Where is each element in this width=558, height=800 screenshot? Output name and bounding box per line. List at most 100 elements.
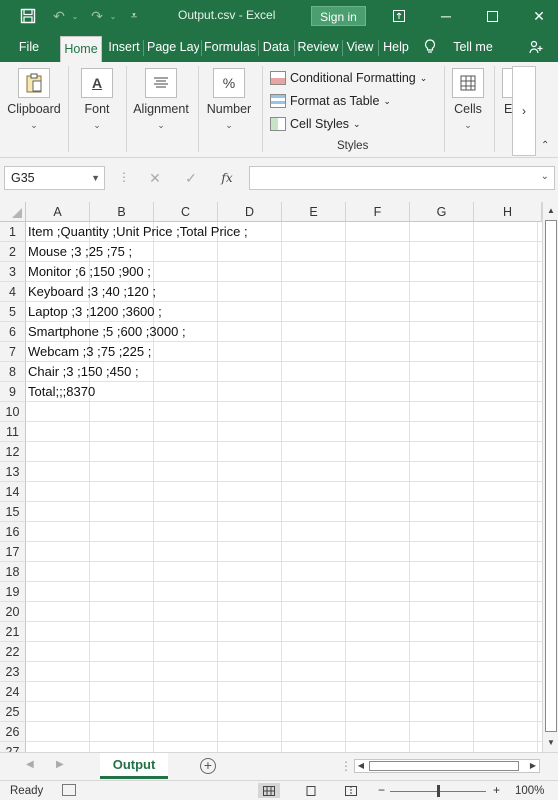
row-header[interactable]: 9	[0, 382, 26, 402]
format-as-table-button[interactable]: Format as Table ⌄	[270, 91, 391, 111]
row-header[interactable]: 1	[0, 222, 26, 242]
cancel-icon[interactable]: ✕	[140, 166, 170, 190]
insert-function-icon[interactable]: fx	[212, 166, 242, 190]
redo-icon[interactable]: ↷	[86, 0, 108, 32]
vertical-scroll-thumb[interactable]	[545, 220, 557, 732]
minimize-icon[interactable]: ─	[431, 0, 461, 32]
row-header[interactable]: 19	[0, 582, 26, 602]
column-header-a[interactable]: A	[26, 202, 90, 222]
formula-input[interactable]: ⌄	[249, 166, 555, 190]
tab-split-handle[interactable]: ⋮	[340, 759, 352, 773]
enter-icon[interactable]: ✓	[176, 166, 206, 190]
worksheet-grid[interactable]: A B C D E F G H 1 2 3 4 5 6 7 8 9 10 11 …	[0, 202, 542, 752]
scroll-down-icon[interactable]: ▼	[545, 736, 557, 750]
zoom-out-icon[interactable]: −	[378, 783, 385, 797]
collapse-ribbon-icon[interactable]: ⌃	[541, 140, 549, 151]
undo-icon[interactable]: ↶	[48, 0, 70, 32]
vertical-scrollbar[interactable]: ▲ ▼	[542, 202, 558, 752]
tab-formulas[interactable]: Formulas	[204, 32, 256, 62]
ribbon-display-options-icon[interactable]	[384, 0, 414, 32]
row-header[interactable]: 23	[0, 662, 26, 682]
row-header[interactable]: 20	[0, 602, 26, 622]
row-header[interactable]: 6	[0, 322, 26, 342]
row-header[interactable]: 14	[0, 482, 26, 502]
row-header[interactable]: 7	[0, 342, 26, 362]
previous-sheet-icon[interactable]: ◀	[26, 759, 34, 770]
scroll-left-icon[interactable]: ◀	[355, 760, 367, 772]
tab-data[interactable]: Data	[260, 32, 292, 62]
row-header[interactable]: 16	[0, 522, 26, 542]
row-header[interactable]: 13	[0, 462, 26, 482]
share-icon[interactable]	[524, 32, 548, 62]
tab-review[interactable]: Review	[296, 32, 340, 62]
next-sheet-icon[interactable]: ▶	[56, 759, 64, 770]
tab-home[interactable]: Home	[60, 36, 102, 62]
row-header[interactable]: 27	[0, 742, 26, 752]
lightbulb-icon[interactable]	[422, 32, 438, 62]
normal-view-icon[interactable]	[258, 783, 280, 798]
save-icon[interactable]	[16, 0, 40, 32]
tab-view[interactable]: View	[344, 32, 376, 62]
row-header[interactable]: 8	[0, 362, 26, 382]
number-group[interactable]: % Number ⌄	[200, 62, 258, 158]
customize-qat-icon[interactable]: ⩡	[126, 0, 142, 32]
row-header[interactable]: 12	[0, 442, 26, 462]
column-header-d[interactable]: D	[218, 202, 282, 222]
horizontal-scroll-thumb[interactable]	[369, 761, 519, 771]
sheet-tab-output[interactable]: Output	[100, 753, 168, 779]
zoom-slider-thumb[interactable]	[437, 785, 440, 797]
tab-help[interactable]: Help	[380, 32, 412, 62]
row-header[interactable]: 15	[0, 502, 26, 522]
row-header[interactable]: 5	[0, 302, 26, 322]
cell-a2[interactable]: Mouse ;3 ;25 ;75 ;	[28, 242, 132, 262]
cell-a4[interactable]: Keyboard ;3 ;40 ;120 ;	[28, 282, 156, 302]
cell-a8[interactable]: Chair ;3 ;150 ;450 ;	[28, 362, 139, 382]
row-header[interactable]: 3	[0, 262, 26, 282]
column-header-b[interactable]: B	[90, 202, 154, 222]
column-header-e[interactable]: E	[282, 202, 346, 222]
formula-bar-resize-handle[interactable]: ⋮	[118, 170, 130, 184]
column-header-h[interactable]: H	[474, 202, 542, 222]
close-icon[interactable]: ✕	[524, 0, 554, 32]
cell-a7[interactable]: Webcam ;3 ;75 ;225 ;	[28, 342, 151, 362]
cell-styles-button[interactable]: Cell Styles ⌄	[270, 114, 361, 134]
tab-page-layout[interactable]: Page Layout	[147, 32, 199, 62]
row-header[interactable]: 2	[0, 242, 26, 262]
cell-a9[interactable]: Total;;;8370	[28, 382, 95, 402]
column-header-c[interactable]: C	[154, 202, 218, 222]
row-header[interactable]: 26	[0, 722, 26, 742]
chevron-down-icon[interactable]: ▼	[91, 167, 100, 189]
horizontal-scrollbar[interactable]: ◀ ▶	[354, 759, 540, 773]
select-all-button[interactable]	[0, 202, 26, 222]
scroll-right-icon[interactable]: ▶	[527, 760, 539, 772]
tab-file[interactable]: File	[8, 32, 50, 62]
editing-group[interactable]: Ed	[496, 62, 512, 158]
page-break-preview-icon[interactable]	[340, 783, 362, 798]
zoom-level[interactable]: 100%	[515, 785, 544, 797]
page-layout-view-icon[interactable]	[300, 783, 322, 798]
row-header[interactable]: 22	[0, 642, 26, 662]
row-header[interactable]: 25	[0, 702, 26, 722]
maximize-icon[interactable]	[477, 0, 507, 32]
clipboard-group[interactable]: Clipboard ⌄	[0, 62, 68, 158]
row-header[interactable]: 10	[0, 402, 26, 422]
row-header[interactable]: 24	[0, 682, 26, 702]
ribbon-scroll-right-button[interactable]: ›	[512, 66, 536, 156]
cell-a1[interactable]: Item ;Quantity ;Unit Price ;Total Price …	[28, 222, 248, 242]
cell-a5[interactable]: Laptop ;3 ;1200 ;3600 ;	[28, 302, 162, 322]
redo-dropdown-icon[interactable]: ⌄	[108, 0, 118, 32]
accessibility-icon[interactable]	[62, 784, 76, 796]
name-box[interactable]: G35 ▼	[4, 166, 105, 190]
row-header[interactable]: 17	[0, 542, 26, 562]
expand-formula-bar-icon[interactable]: ⌄	[541, 171, 549, 182]
scroll-up-icon[interactable]: ▲	[545, 204, 557, 218]
column-header-g[interactable]: G	[410, 202, 474, 222]
cell-a3[interactable]: Monitor ;6 ;150 ;900 ;	[28, 262, 151, 282]
row-header[interactable]: 4	[0, 282, 26, 302]
zoom-in-icon[interactable]: +	[493, 783, 500, 797]
add-sheet-icon[interactable]: +	[200, 758, 216, 774]
conditional-formatting-button[interactable]: Conditional Formatting ⌄	[270, 68, 427, 88]
alignment-group[interactable]: Alignment ⌄	[128, 62, 196, 158]
font-group[interactable]: A Font ⌄	[70, 62, 126, 158]
row-header[interactable]: 18	[0, 562, 26, 582]
